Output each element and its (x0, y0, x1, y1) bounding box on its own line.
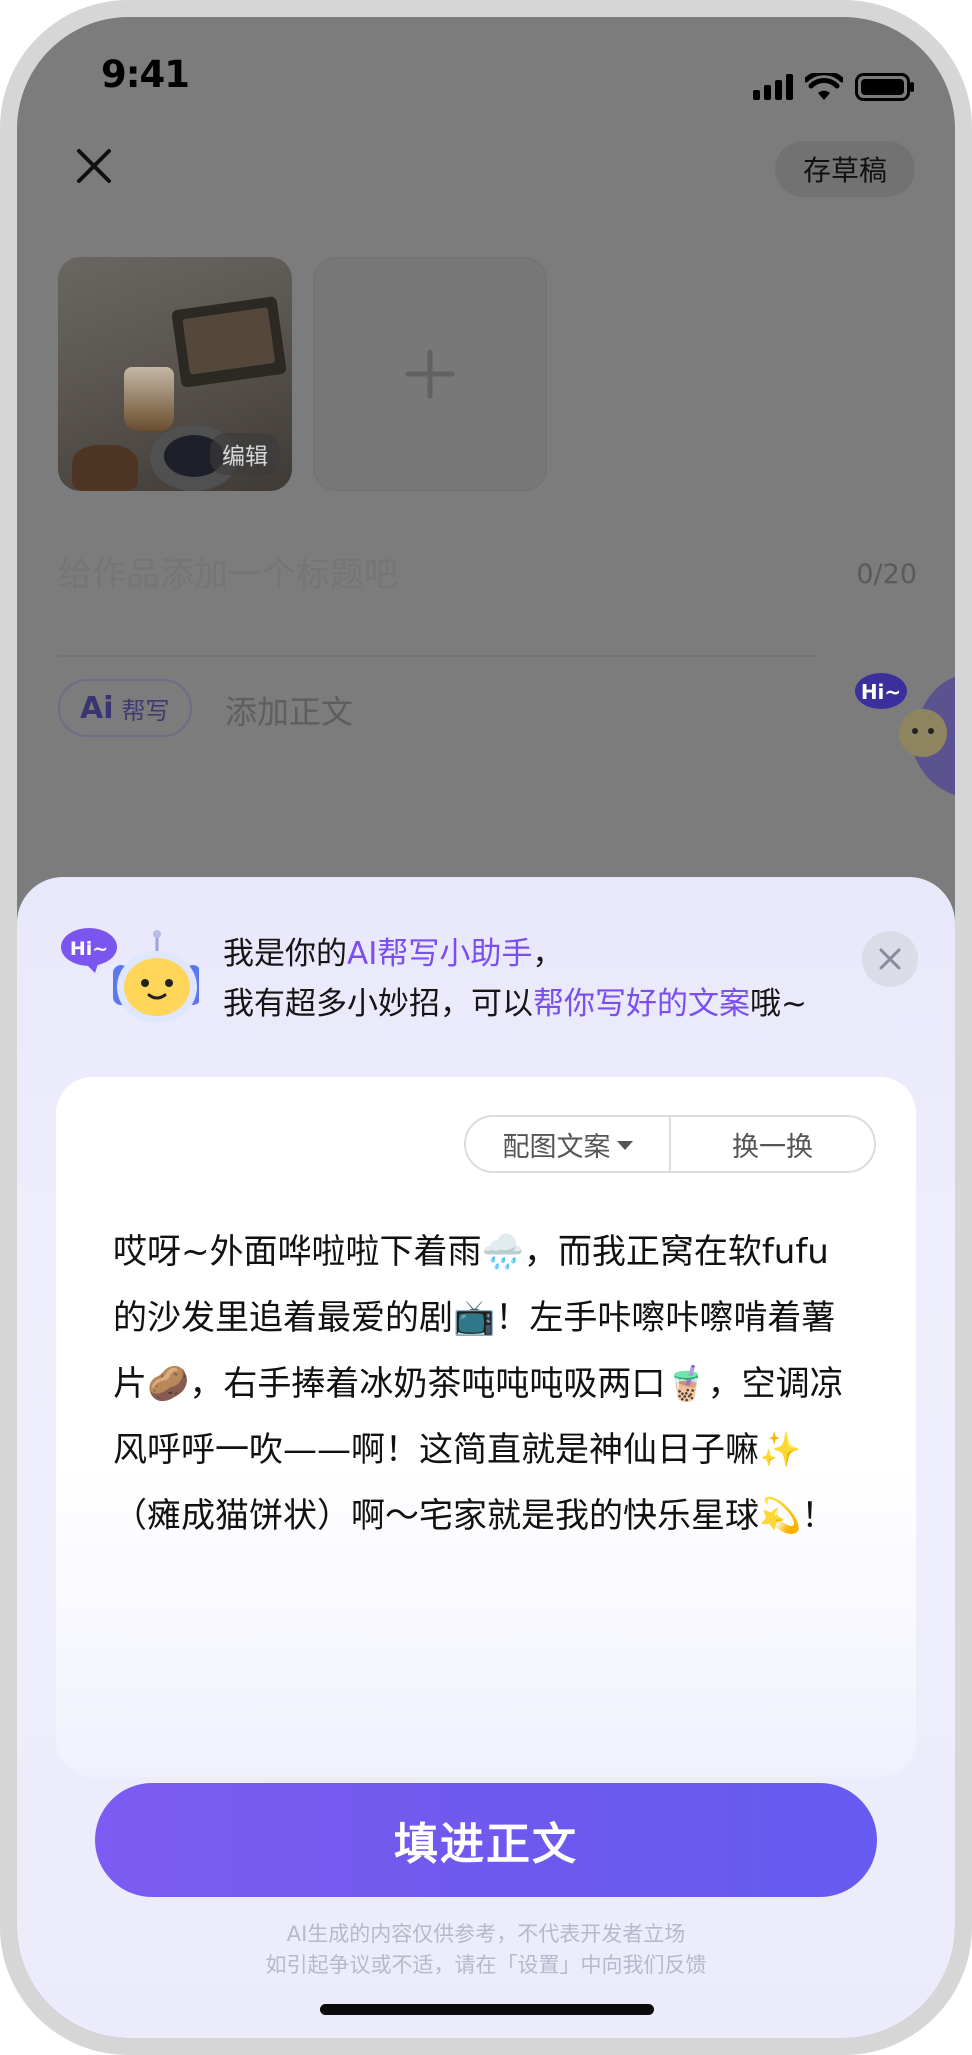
edit-photo-button[interactable]: 编辑 (210, 433, 280, 475)
plus-icon (405, 349, 455, 399)
ai-logo-icon: Ai (80, 690, 114, 726)
photo-thumbnail[interactable]: 编辑 (58, 257, 292, 491)
wifi-icon (805, 73, 843, 100)
hi-bubble-text: Hi~ (861, 680, 901, 704)
divider (58, 655, 818, 657)
status-time: 9:41 (101, 53, 190, 96)
ai-write-button[interactable]: Ai 帮写 (58, 679, 192, 737)
phone-frame: 9:41 存草稿 编辑 给作品添加一个标题吧 0/20 Ai 帮写 添加正文 H… (0, 0, 972, 2055)
hi-bubble-text: Hi~ (70, 938, 108, 960)
ai-disclaimer-line-2: 如引起争议或不适，请在「设置」中向我们反馈 (265, 1953, 707, 1977)
battery-icon (855, 73, 914, 101)
ai-disclaimer-line-1: AI生成的内容仅供参考，不代表开发者立场 (286, 1922, 686, 1946)
status-icons (753, 73, 915, 101)
generated-copy-card: 配图文案 换一换 哎呀~外面哗啦啦下着雨🌧️，而我正窝在软fufu的沙发里追着最… (56, 1077, 916, 1777)
body-placeholder[interactable]: 添加正文 (225, 687, 353, 733)
robot-mascot-icon: Hi~ (61, 928, 199, 1023)
close-sheet-button[interactable] (862, 931, 918, 987)
ai-assistant-sheet: Hi~ 我是你的AI帮写小助手， 我有超多小妙招，可以帮你写好的文案哦~ 配图文… (17, 877, 955, 2038)
copy-style-dropdown[interactable]: 配图文案 (466, 1117, 669, 1171)
home-indicator[interactable] (320, 2004, 654, 2015)
robot-mascot-icon: Hi~ (855, 673, 955, 795)
title-input[interactable] (58, 555, 638, 595)
copy-options-segment: 配图文案 换一换 (464, 1115, 876, 1173)
save-draft-button[interactable]: 存草稿 (774, 141, 915, 197)
screen: 9:41 存草稿 编辑 给作品添加一个标题吧 0/20 Ai 帮写 添加正文 H… (17, 17, 955, 2038)
generated-copy-text: 哎呀~外面哗啦啦下着雨🌧️，而我正窝在软fufu的沙发里追着最爱的剧📺！左手咔嚓… (113, 1232, 844, 1536)
close-icon[interactable] (69, 141, 119, 191)
refresh-button[interactable]: 换一换 (669, 1117, 874, 1171)
fill-into-body-button[interactable]: 填进正文 (95, 1783, 877, 1897)
title-char-counter: 0/20 (856, 559, 917, 590)
caret-down-icon (616, 1141, 633, 1150)
assistant-name: AI帮写小助手 (347, 936, 533, 972)
add-photo-button[interactable] (313, 257, 547, 491)
ai-write-label: 帮写 (121, 696, 170, 725)
assistant-greeting: 我是你的AI帮写小助手， 我有超多小妙招，可以帮你写好的文案哦~ (223, 936, 807, 1022)
cellular-signal-icon (753, 74, 793, 100)
assistant-highlight: 帮你写好的文案 (533, 986, 750, 1022)
close-icon (879, 948, 901, 970)
